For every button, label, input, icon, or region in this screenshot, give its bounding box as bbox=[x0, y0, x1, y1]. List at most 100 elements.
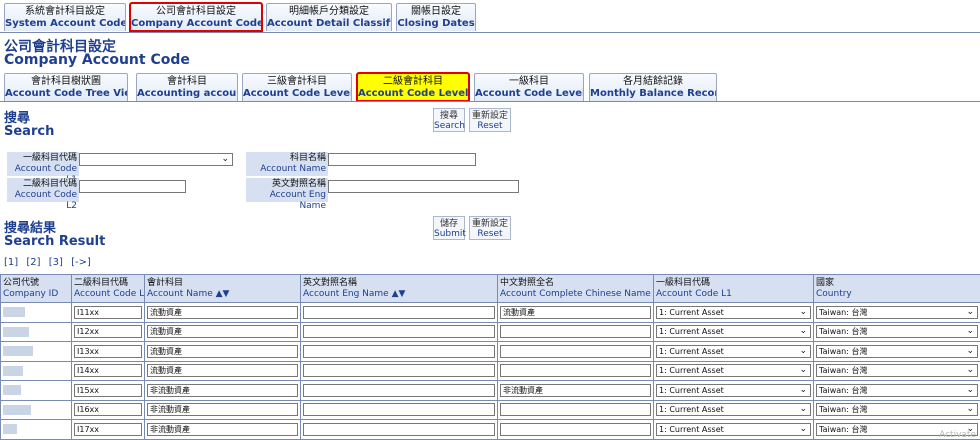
account-name-input[interactable] bbox=[328, 153, 476, 166]
page-link-2[interactable]: [2] bbox=[26, 257, 40, 268]
code-l2-input[interactable]: I12xx bbox=[74, 325, 142, 339]
country-cell: Taiwan: 台灣 ⌄ bbox=[813, 399, 980, 420]
account-name-input[interactable]: 流動資產 bbox=[147, 344, 298, 358]
full-name-cell bbox=[497, 321, 654, 342]
tab-level-3[interactable]: 三級會計科目 Account Code Level 3 bbox=[242, 73, 352, 101]
country-select[interactable]: Taiwan: 台灣 ⌄ bbox=[816, 305, 978, 319]
button-label-zh: 重新設定 bbox=[471, 219, 508, 229]
label-en: Account Name bbox=[260, 164, 326, 174]
tab-level-1[interactable]: 一級科目 Account Code Level 1 bbox=[474, 73, 584, 101]
code-l2-input[interactable]: I16xx bbox=[74, 403, 142, 417]
account-name-input[interactable]: 流動資產 bbox=[147, 364, 298, 378]
tab-company-account-code[interactable]: 公司會計科目設定 Company Account Code bbox=[129, 2, 263, 32]
l2-input[interactable] bbox=[79, 180, 186, 193]
col-account-name[interactable]: 會計科目 Account Name ▲▼ bbox=[144, 274, 301, 303]
eng-name-input[interactable] bbox=[303, 325, 495, 339]
code-l1-select[interactable]: 1: Current Asset ⌄ bbox=[656, 364, 811, 378]
tab-label-zh: 三級會計科目 bbox=[267, 76, 327, 87]
tab-label-zh: 一級科目 bbox=[509, 76, 549, 87]
table-row: I13xx 流動資產 1: Current Asset ⌄ Taiwan: 台灣 ⌄ bbox=[0, 341, 980, 362]
tab-label-en: Closing Dates bbox=[397, 18, 475, 29]
code-l1-cell: 1: Current Asset ⌄ bbox=[653, 341, 814, 362]
country-select[interactable]: Taiwan: 台灣 ⌄ bbox=[816, 325, 978, 339]
redacted-company-id bbox=[3, 385, 21, 395]
tab-accounting-account[interactable]: 會計科目 Accounting account bbox=[136, 73, 238, 101]
col-label-zh: 會計科目 bbox=[147, 277, 184, 288]
account-name-input[interactable]: 非流動資產 bbox=[147, 403, 298, 417]
tab-tree-view[interactable]: 會計科目樹狀圖 Account Code Tree View bbox=[4, 73, 128, 101]
search-reset-button[interactable]: 重新設定 Reset bbox=[469, 108, 511, 132]
col-label-en: Account Complete Chinese Name bbox=[500, 288, 651, 299]
full-name-input[interactable] bbox=[500, 403, 651, 417]
chevron-down-icon: ⌄ bbox=[799, 365, 807, 376]
tab-monthly-balance[interactable]: 各月結餘記錄 Monthly Balance Records bbox=[589, 73, 717, 101]
code-l1-select[interactable]: 1: Current Asset ⌄ bbox=[656, 305, 811, 319]
country-select[interactable]: Taiwan: 台灣 ⌄ bbox=[816, 344, 978, 358]
account-eng-name-input[interactable] bbox=[328, 180, 519, 193]
select-value: 1: Current Asset bbox=[659, 327, 724, 337]
country-select[interactable]: Taiwan: 台灣 ⌄ bbox=[816, 403, 978, 417]
account-name-input[interactable]: 非流動資產 bbox=[147, 383, 298, 397]
tab-label-en: Monthly Balance Records bbox=[590, 88, 716, 99]
code-l2-cell: I11xx bbox=[71, 302, 145, 323]
tab-account-detail-classify[interactable]: 明細帳戶分類設定 Account Detail Classify bbox=[266, 3, 392, 31]
code-l1-select[interactable]: 1: Current Asset ⌄ bbox=[656, 422, 811, 436]
col-eng-name[interactable]: 英文對照名稱 Account Eng Name ▲▼ bbox=[300, 274, 498, 303]
submit-button[interactable]: 儲存 Submit bbox=[433, 216, 466, 240]
eng-name-input[interactable] bbox=[303, 344, 495, 358]
tab-label-zh: 二級會計科目 bbox=[383, 76, 443, 87]
code-l2-input[interactable]: I17xx bbox=[74, 422, 142, 436]
eng-name-input[interactable] bbox=[303, 364, 495, 378]
full-name-input[interactable]: 流動資產 bbox=[500, 305, 651, 319]
code-l1-select[interactable]: 1: Current Asset ⌄ bbox=[656, 344, 811, 358]
search-button[interactable]: 搜尋 Search bbox=[433, 108, 465, 132]
chevron-down-icon: ⌄ bbox=[966, 326, 974, 337]
table-header-row: 公司代號 Company ID 二級科目代碼 Account Code L2 會計科… bbox=[0, 274, 980, 303]
result-reset-button[interactable]: 重新設定 Reset bbox=[469, 216, 511, 240]
eng-name-cell bbox=[300, 380, 498, 401]
account-name-input[interactable]: 非流動資產 bbox=[147, 422, 298, 436]
eng-name-input[interactable] bbox=[303, 422, 495, 436]
chevron-down-icon: ⌄ bbox=[966, 306, 974, 317]
full-name-input[interactable] bbox=[500, 325, 651, 339]
account-name-input[interactable]: 流動資產 bbox=[147, 325, 298, 339]
company-id-cell bbox=[0, 360, 72, 381]
col-label-zh: 中文對照全名 bbox=[500, 277, 555, 288]
tab-closing-dates[interactable]: 關帳日設定 Closing Dates bbox=[396, 3, 476, 31]
tab-system-account-code[interactable]: 系統會計科目設定 System Account Code bbox=[4, 3, 126, 31]
l1-select[interactable]: ⌄ bbox=[79, 153, 233, 166]
account-name-input[interactable]: 流動資產 bbox=[147, 305, 298, 319]
country-select[interactable]: Taiwan: 台灣 ⌄ bbox=[816, 383, 978, 397]
eng-name-input[interactable] bbox=[303, 383, 495, 397]
code-l1-select[interactable]: 1: Current Asset ⌄ bbox=[656, 383, 811, 397]
tab-level-2[interactable]: 二級會計科目 Account Code Level 2 bbox=[356, 72, 470, 102]
code-l2-input[interactable]: I11xx bbox=[74, 305, 142, 319]
label-zh: 二級科目代碼 bbox=[22, 179, 77, 189]
eng-name-input[interactable] bbox=[303, 403, 495, 417]
country-select[interactable]: Taiwan: 台灣 ⌄ bbox=[816, 364, 978, 378]
redacted-company-id bbox=[3, 404, 31, 415]
button-label-zh: 搜尋 bbox=[439, 111, 458, 121]
eng-name-input[interactable] bbox=[303, 305, 495, 319]
account-name-cell: 流動資產 bbox=[144, 360, 301, 381]
button-label-zh: 儲存 bbox=[439, 219, 458, 229]
code-l2-input[interactable]: I15xx bbox=[74, 383, 142, 397]
eng-name-cell bbox=[300, 321, 498, 342]
result-title-en: Search Result bbox=[4, 234, 106, 249]
code-l2-input[interactable]: I13xx bbox=[74, 344, 142, 358]
code-l2-input[interactable]: I14xx bbox=[74, 364, 142, 378]
full-name-input[interactable]: 非流動資產 bbox=[500, 383, 651, 397]
full-name-input[interactable] bbox=[500, 422, 651, 436]
code-l1-select[interactable]: 1: Current Asset ⌄ bbox=[656, 403, 811, 417]
label-zh: 一級科目代碼 bbox=[22, 153, 77, 163]
page-link-1[interactable]: [1] bbox=[4, 257, 18, 268]
page-link-next[interactable]: [->] bbox=[71, 257, 91, 268]
code-l1-select[interactable]: 1: Current Asset ⌄ bbox=[656, 325, 811, 339]
col-label-en: Company ID bbox=[3, 288, 59, 299]
page-link-3[interactable]: [3] bbox=[49, 257, 63, 268]
full-name-input[interactable] bbox=[500, 344, 651, 358]
col-full-name: 中文對照全名 Account Complete Chinese Name bbox=[497, 274, 654, 303]
pagination: [1] [2] [3] [->] bbox=[4, 257, 96, 268]
company-id-cell bbox=[0, 419, 72, 440]
full-name-input[interactable] bbox=[500, 364, 651, 378]
